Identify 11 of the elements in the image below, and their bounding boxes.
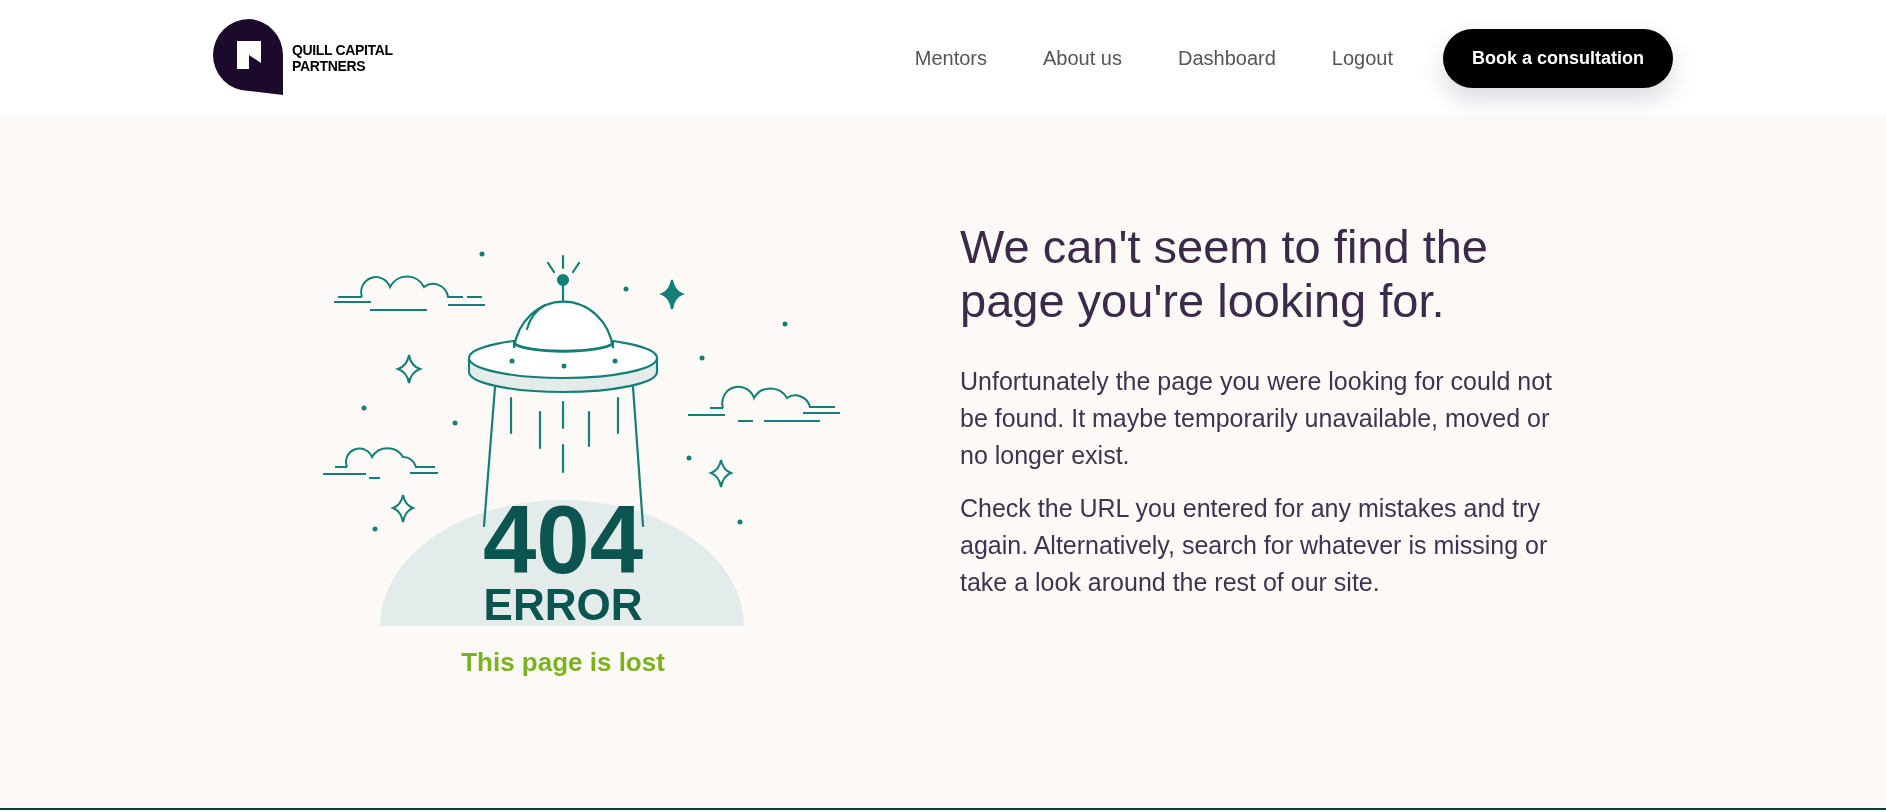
body-paragraph: Check the URL you entered for any mistakes and try again. Alternatively, search for whatever is missing or take a look around the rest of our site. — [960, 493, 1549, 598]
body-paragraph: Unfortunately the page you were looking for could not be found. It maybe temporarily unavailable, moved or no longer exist. — [960, 366, 1554, 471]
lost-page-caption: This page is lost — [461, 647, 665, 677]
logo-icon — [213, 19, 285, 95]
nav-link[interactable]: About us — [1043, 43, 1122, 73]
brand-name: QUILL CAPITAL PARTNERS — [292, 42, 394, 74]
page-heading: We can't seem to find the page you're looking for. — [960, 220, 1489, 328]
book-consultation-button[interactable]: Book a consultation — [1443, 28, 1673, 88]
nav-link[interactable]: Dashboard — [1177, 43, 1276, 73]
nav-link[interactable]: Mentors — [914, 43, 987, 73]
nav-link[interactable]: Logout — [1331, 43, 1393, 73]
